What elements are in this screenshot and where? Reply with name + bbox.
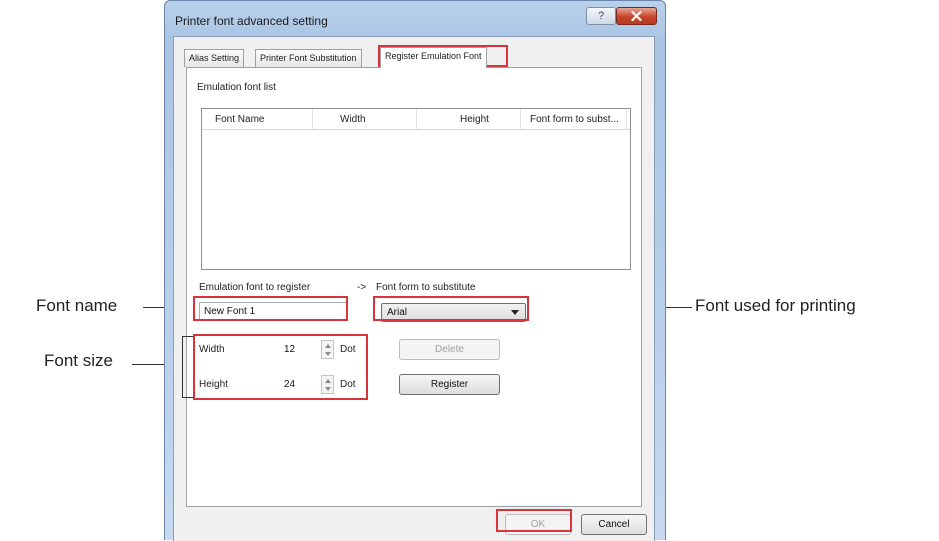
highlight-font-used: [373, 296, 529, 321]
close-button[interactable]: [616, 7, 657, 25]
column-font-name[interactable]: Font Name: [215, 114, 264, 125]
printer-font-dialog: Printer font advanced setting ? Alias Se…: [164, 0, 666, 541]
highlight-ok-button: [496, 509, 572, 532]
column-width[interactable]: Width: [340, 114, 366, 125]
font-form-to-substitute-label: Font form to substitute: [376, 282, 476, 293]
delete-button[interactable]: Delete: [399, 339, 500, 360]
close-icon: [631, 11, 642, 21]
arrow-label: ->: [357, 282, 367, 293]
highlight-font-name: [193, 296, 348, 321]
column-divider: [312, 109, 313, 129]
font-name-annotation: Font name: [36, 296, 118, 315]
font-used-annotation: Font used for printing: [695, 296, 856, 315]
column-divider: [416, 109, 417, 129]
help-icon: ?: [597, 10, 605, 22]
dialog-client-area: Alias Setting Printer Font Substitution …: [173, 36, 655, 541]
font-size-bracket-bottom: [182, 397, 193, 398]
font-size-bracket: [182, 336, 183, 398]
emulation-font-to-register-label: Emulation font to register: [199, 282, 311, 293]
emulation-font-list[interactable]: Font Name Width Height Font form to subs…: [201, 108, 631, 270]
column-divider: [626, 109, 627, 129]
register-emulation-panel: Emulation font list Font Name Width Heig…: [186, 67, 642, 507]
font-size-bracket-top: [182, 336, 193, 337]
column-font-form[interactable]: Font form to subst...: [530, 114, 619, 125]
help-button[interactable]: ?: [586, 7, 616, 25]
cancel-button[interactable]: Cancel: [581, 514, 647, 535]
tab-alias-setting[interactable]: Alias Setting: [184, 49, 245, 67]
list-header: Font Name Width Height Font form to subs…: [202, 109, 630, 130]
emulation-font-list-caption: Emulation font list: [197, 82, 276, 93]
font-size-annotation: Font size: [44, 351, 113, 370]
register-button[interactable]: Register: [399, 374, 500, 395]
column-height[interactable]: Height: [460, 114, 489, 125]
tab-register-emulation-font[interactable]: Register Emulation Font: [380, 47, 487, 68]
tab-printer-font-substitution[interactable]: Printer Font Substitution: [255, 49, 362, 67]
dialog-title: Printer font advanced setting: [175, 14, 328, 28]
column-divider: [520, 109, 521, 129]
title-bar[interactable]: Printer font advanced setting ?: [165, 1, 665, 31]
highlight-font-size: [193, 334, 368, 400]
